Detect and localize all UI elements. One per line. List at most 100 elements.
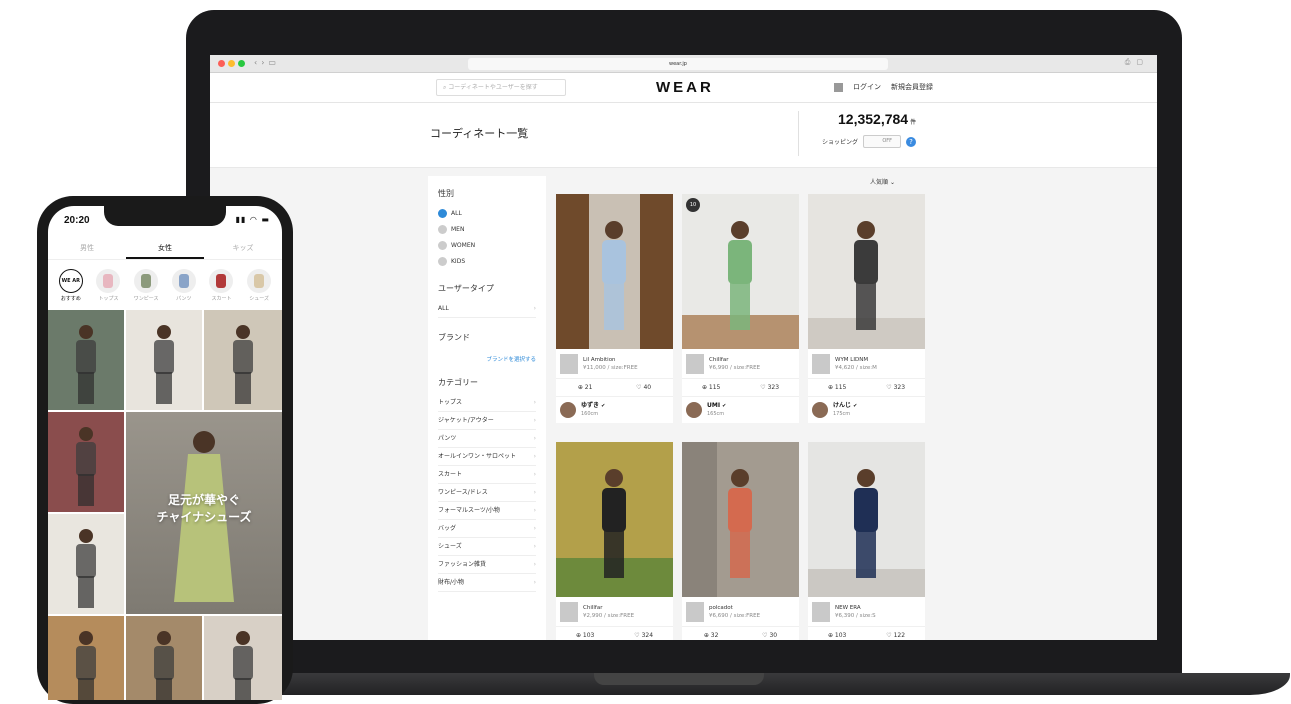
shopping-toggle[interactable]: OFF — [863, 135, 902, 148]
category-label: スカート — [438, 471, 463, 478]
tab-kids[interactable]: キッズ — [204, 236, 282, 259]
minimize-window-button[interactable] — [228, 60, 235, 67]
tab-men[interactable]: 男性 — [48, 236, 126, 259]
item-price: ¥4,620 / size:M — [835, 364, 877, 371]
coordinate-tile[interactable] — [48, 616, 124, 700]
category-item[interactable]: ファッション雑貨 › — [438, 556, 536, 574]
save-button[interactable]: ⊕ 32 — [704, 632, 719, 639]
chevron-right-icon: › — [533, 435, 536, 442]
sort-dropdown[interactable]: 人気順 ⌄ — [870, 177, 895, 186]
category-label: ワンピース/ドレス — [438, 489, 488, 496]
item-row[interactable]: NEW ERA ¥6,390 / size:S — [808, 597, 925, 627]
person-figure — [602, 221, 626, 330]
category-shortcut[interactable]: ワンピース — [128, 268, 164, 302]
category-item[interactable]: バッグ › — [438, 520, 536, 538]
coordinate-photo[interactable] — [682, 442, 799, 597]
like-button[interactable]: ♡ 40 — [636, 384, 651, 391]
coordinate-tile[interactable] — [204, 310, 282, 410]
item-brand: Chillfar — [583, 604, 603, 611]
save-button[interactable]: ⊕ 115 — [828, 384, 846, 391]
tab-women[interactable]: 女性 — [126, 236, 204, 259]
phone-notch — [104, 206, 226, 226]
like-count: 30 — [769, 632, 778, 639]
user-row[interactable]: ゆずき ✔ 160cm — [556, 397, 673, 423]
item-row[interactable]: Chillfar ¥2,990 / size:FREE — [556, 597, 673, 627]
heart-icon: ♡ — [760, 384, 768, 391]
coordinate-tile[interactable] — [48, 412, 124, 512]
stats-row: ⊕ 103 ♡ 122 — [808, 627, 925, 640]
share-icon[interactable]: ⎙▢ — [1125, 58, 1149, 67]
close-window-button[interactable] — [218, 60, 225, 67]
address-bar[interactable]: wear.jp — [468, 58, 888, 70]
zoom-window-button[interactable] — [238, 60, 245, 67]
save-button[interactable]: ⊕ 103 — [576, 632, 594, 639]
item-row[interactable]: polcadot ¥6,690 / size:FREE — [682, 597, 799, 627]
category-shortcut[interactable]: スカート — [203, 268, 239, 302]
coordinate-photo[interactable] — [556, 194, 673, 349]
search-input[interactable]: ⌕ コーディネートやユーザーを探す — [436, 79, 566, 96]
save-button[interactable]: ⊕ 115 — [702, 384, 720, 391]
like-button[interactable]: ♡ 324 — [634, 632, 653, 639]
login-link[interactable]: ログイン — [853, 82, 881, 92]
register-link[interactable]: 新規会員登録 — [891, 82, 933, 92]
category-item[interactable]: オールインワン・サロペット › — [438, 448, 536, 466]
coordinate-card[interactable]: 10 Chillfar ¥6,990 / size:FREE ⊕ 115 ♡ 323 UM… — [682, 194, 799, 423]
category-shortcut[interactable]: WE AR おすすめ — [53, 268, 89, 302]
coordinate-card[interactable]: WYM LIDNM ¥4,620 / size:M ⊕ 115 ♡ 323 けんじ ✔ 1… — [808, 194, 925, 423]
feature-banner[interactable]: 足元が華やぐ チャイナシューズ — [126, 412, 282, 614]
help-icon[interactable]: ? — [906, 136, 917, 147]
wear-logo-icon: WE AR — [58, 268, 83, 293]
page-title: コーディネート一覧 — [430, 127, 529, 140]
category-shortcut[interactable]: パンツ — [166, 268, 202, 302]
user-row[interactable]: けんじ ✔ 175cm — [808, 397, 925, 423]
site-logo[interactable]: WEAR — [656, 79, 714, 96]
category-item[interactable]: パンツ › — [438, 430, 536, 448]
like-button[interactable]: ♡ 323 — [886, 384, 905, 391]
coordinate-photo[interactable]: 10 — [682, 194, 799, 349]
category-shortcut[interactable]: トップス — [90, 268, 126, 302]
category-item[interactable]: フォーマルスーツ/小物 › — [438, 502, 536, 520]
coordinate-photo[interactable] — [808, 442, 925, 597]
coordinate-tile[interactable] — [126, 310, 202, 410]
gender-option-men[interactable]: MEN — [438, 221, 536, 237]
coordinate-card[interactable]: Chillfar ¥2,990 / size:FREE ⊕ 103 ♡ 324 — [556, 442, 673, 640]
like-button[interactable]: ♡ 122 — [886, 632, 905, 639]
heart-icon: ♡ — [886, 384, 894, 391]
like-button[interactable]: ♡ 323 — [760, 384, 779, 391]
category-item[interactable]: シューズ › — [438, 538, 536, 556]
coordinate-photo[interactable] — [808, 194, 925, 349]
category-item[interactable]: 財布/小物 › — [438, 574, 536, 592]
save-button[interactable]: ⊕ 103 — [828, 632, 846, 639]
category-shortcut[interactable]: シューズ — [241, 268, 277, 302]
gender-option-label: WOMEN — [451, 241, 476, 249]
coordinate-tile[interactable] — [126, 616, 202, 700]
item-row[interactable]: Lil Ambition ¥11,000 / size:FREE — [556, 349, 673, 379]
coordinate-photo[interactable] — [556, 442, 673, 597]
heart-icon: ♡ — [634, 632, 642, 639]
gender-option-all[interactable]: ALL — [438, 205, 536, 221]
category-item[interactable]: ワンピース/ドレス › — [438, 484, 536, 502]
category-item[interactable]: ジャケット/アウター › — [438, 412, 536, 430]
coordinate-tile[interactable] — [48, 514, 124, 614]
category-item[interactable]: トップス › — [438, 394, 536, 412]
save-button[interactable]: ⊕ 21 — [578, 384, 593, 391]
coordinate-tile[interactable] — [48, 310, 124, 410]
coordinate-card[interactable]: Lil Ambition ¥11,000 / size:FREE ⊕ 21 ♡ 40 ゆ… — [556, 194, 673, 423]
brand-select-link[interactable]: ブランドを選択する — [438, 355, 536, 363]
like-count: 324 — [641, 632, 654, 639]
like-button[interactable]: ♡ 30 — [762, 632, 777, 639]
laptop-screen: ‹›▭ wear.jp ⎙▢ ⌕ コーディネートやユーザーを探す WEAR ログ… — [210, 55, 1157, 640]
back-forward-icon[interactable]: ‹›▭ — [254, 58, 280, 67]
coordinate-tile[interactable] — [204, 616, 282, 700]
item-row[interactable]: Chillfar ¥6,990 / size:FREE — [682, 349, 799, 379]
gender-option-women[interactable]: WOMEN — [438, 237, 536, 253]
gender-option-kids[interactable]: KIDS — [438, 253, 536, 269]
category-item[interactable]: スカート › — [438, 466, 536, 484]
category-label: 財布/小物 — [438, 579, 465, 586]
item-row[interactable]: WYM LIDNM ¥4,620 / size:M — [808, 349, 925, 379]
coordinate-card[interactable]: NEW ERA ¥6,390 / size:S ⊕ 103 ♡ 122 — [808, 442, 925, 640]
status-bar: 20:20 ▮▮ ◠ ▬ — [48, 206, 282, 236]
user-type-select[interactable]: ALL › — [438, 300, 536, 318]
user-row[interactable]: UMI ✔ 165cm — [682, 397, 799, 423]
coordinate-card[interactable]: polcadot ¥6,690 / size:FREE ⊕ 32 ♡ 30 — [682, 442, 799, 640]
